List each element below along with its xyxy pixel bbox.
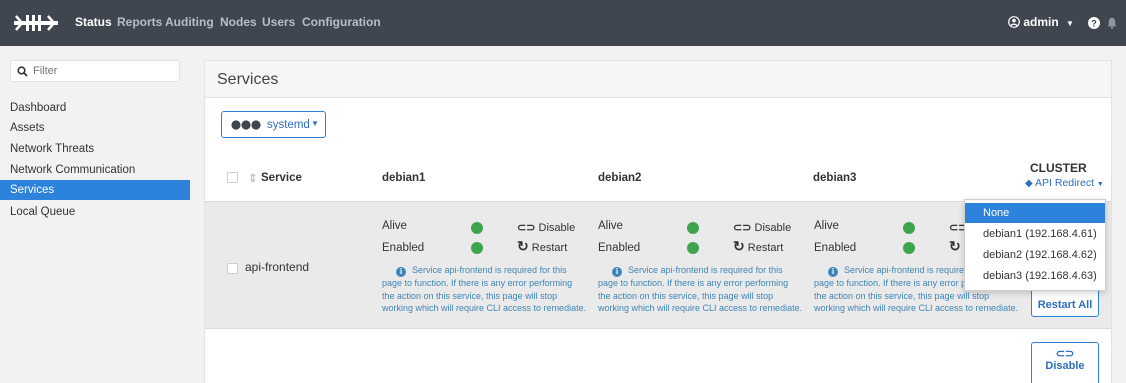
page-title: Services: [217, 71, 279, 88]
logo-icon[interactable]: [14, 14, 58, 32]
bell-icon[interactable]: [1107, 17, 1117, 29]
row-checkbox[interactable]: [227, 263, 238, 274]
enabled-label: Enabled: [814, 242, 857, 254]
enabled-label: Enabled: [598, 242, 641, 254]
top-navbar: Status Reports Auditing Nodes Users Conf…: [0, 0, 1126, 46]
toggle-icon: ⊂⊃: [517, 222, 536, 234]
menu-item-debian2[interactable]: debian2 (192.168.4.62): [965, 245, 1105, 265]
column-cluster: CLUSTER: [1030, 161, 1087, 175]
panel-header: Services: [205, 61, 1111, 98]
filter-box: [10, 60, 180, 82]
service-name: api-frontend: [245, 260, 310, 274]
disable-all-button[interactable]: ⊂⊃ Disable: [1031, 342, 1099, 383]
enabled-status-dot: [687, 242, 699, 254]
alive-label: Alive: [382, 220, 407, 232]
nav-nodes[interactable]: Nodes: [220, 15, 257, 29]
chevron-down-icon: ▼: [1066, 19, 1074, 28]
restart-icon: ↻: [517, 238, 529, 254]
restart-icon: ↻: [949, 238, 961, 254]
chevron-down-icon: ▼: [1096, 181, 1104, 188]
service-manager-label: systemd: [267, 119, 310, 131]
toggle-icon: ⊂⊃: [733, 222, 752, 234]
info-icon: i: [612, 267, 622, 277]
sidebar-item-assets[interactable]: Assets: [0, 118, 190, 138]
user-icon: [1008, 16, 1020, 28]
disable-button[interactable]: ⊂⊃ Disable: [517, 221, 575, 234]
sidebar-item-network-threats[interactable]: Network Threats: [0, 139, 190, 159]
menu-item-debian3[interactable]: debian3 (192.168.4.63): [965, 266, 1105, 286]
info-note: i Service api-frontend is required for th…: [382, 265, 587, 313]
column-debian3: debian3: [813, 172, 857, 184]
chevron-down-icon: ▼: [311, 119, 319, 128]
sidebar: Dashboard Assets Network Threats Network…: [0, 46, 190, 383]
nav-reports[interactable]: Reports: [117, 15, 162, 29]
user-name: admin: [1023, 15, 1059, 29]
column-debian1: debian1: [382, 172, 426, 184]
api-redirect-dropdown[interactable]: ◆ API Redirect ▼: [1025, 177, 1104, 189]
menu-item-none[interactable]: None: [965, 203, 1105, 223]
enabled-label: Enabled: [382, 242, 425, 254]
column-debian2: debian2: [598, 172, 642, 184]
menu-item-debian1[interactable]: debian1 (192.168.4.61): [965, 224, 1105, 244]
restart-button[interactable]: ↻ Restart: [517, 238, 567, 255]
alive-status-dot: [471, 222, 483, 234]
sidebar-item-local-queue[interactable]: Local Queue: [0, 202, 190, 222]
enabled-status-dot: [903, 242, 915, 254]
info-note: i Service api-frontend is required for th…: [598, 265, 803, 313]
alive-status-dot: [903, 222, 915, 234]
alive-label: Alive: [814, 220, 839, 232]
search-icon: [17, 66, 28, 77]
service-manager-icon: [231, 120, 261, 130]
column-service[interactable]: Service: [261, 172, 302, 184]
sidebar-item-dashboard[interactable]: Dashboard: [0, 98, 190, 118]
api-redirect-menu: None debian1 (192.168.4.61) debian2 (192…: [964, 199, 1106, 291]
user-menu[interactable]: admin ▼: [1008, 15, 1074, 29]
diamond-icon: ◆: [1025, 178, 1033, 189]
restart-icon: ↻: [733, 238, 745, 254]
nav-status[interactable]: Status: [75, 15, 112, 29]
sidebar-item-services[interactable]: Services: [0, 180, 190, 200]
enabled-status-dot: [471, 242, 483, 254]
svg-text:?: ?: [1091, 18, 1097, 28]
alive-label: Alive: [598, 220, 623, 232]
disable-button[interactable]: ⊂⊃ Disable: [733, 221, 791, 234]
sort-icon[interactable]: ⇕: [248, 171, 258, 185]
select-all-checkbox[interactable]: [227, 172, 238, 183]
info-icon: i: [396, 267, 406, 277]
info-icon: i: [828, 267, 838, 277]
sidebar-item-network-communication[interactable]: Network Communication: [0, 160, 190, 180]
service-manager-dropdown[interactable]: systemd ▼: [221, 111, 326, 138]
alive-status-dot: [687, 222, 699, 234]
help-icon[interactable]: ?: [1088, 17, 1100, 29]
toggle-icon: ⊂⊃: [1055, 348, 1075, 360]
restart-button[interactable]: ↻ Restart: [733, 238, 783, 255]
nav-configuration[interactable]: Configuration: [302, 15, 381, 29]
nav-users[interactable]: Users: [262, 15, 295, 29]
filter-input[interactable]: [33, 63, 173, 79]
nav-auditing[interactable]: Auditing: [165, 15, 214, 29]
